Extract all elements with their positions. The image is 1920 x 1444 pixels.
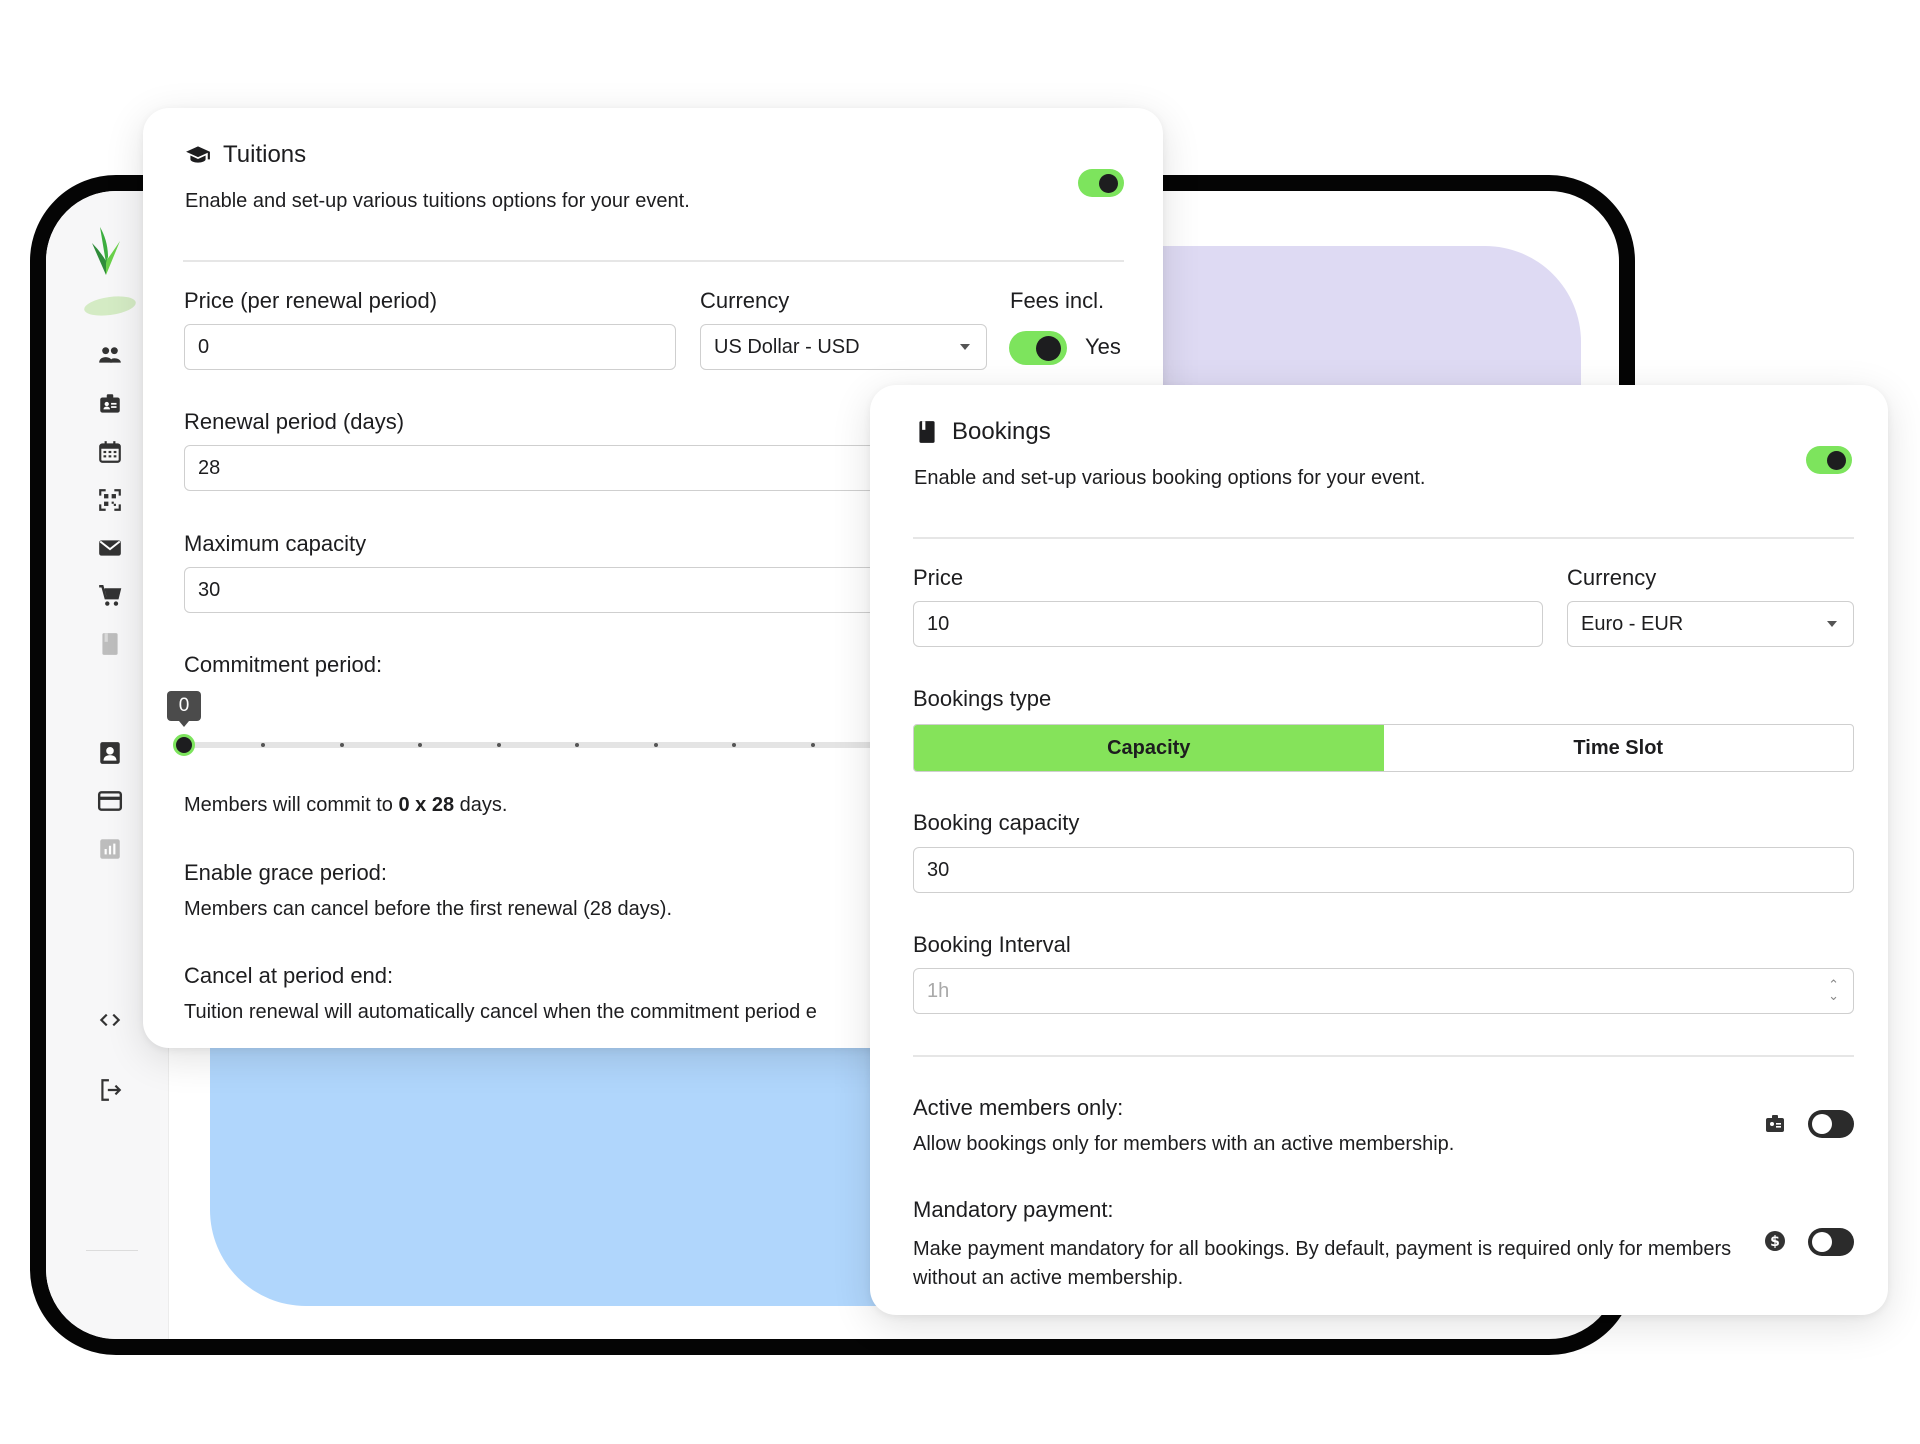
- mail-icon[interactable]: [96, 534, 124, 562]
- mandatory-payment-toggle[interactable]: [1808, 1228, 1854, 1256]
- spinner-arrows-icon[interactable]: ⌃ ⌄: [1828, 978, 1839, 1002]
- dollar-circle-icon: $: [1765, 1231, 1785, 1251]
- bookings-description: Enable and set-up various booking option…: [914, 467, 1426, 489]
- code-icon[interactable]: [96, 1006, 124, 1034]
- divider: [183, 260, 1124, 262]
- currency-select-value: US Dollar - USD: [714, 335, 860, 358]
- booking-interval-input[interactable]: 1h ⌃ ⌄: [913, 968, 1854, 1014]
- grace-text: Members can cancel before the first rene…: [184, 898, 672, 920]
- cart-icon[interactable]: [96, 582, 124, 610]
- tuitions-header: Tuitions: [185, 141, 306, 169]
- decorative-blue-shape: [210, 1036, 910, 1306]
- book-icon[interactable]: [96, 630, 124, 658]
- booking-price-label: Price: [913, 565, 964, 590]
- booking-interval-placeholder: 1h: [927, 979, 950, 1002]
- calendar-icon[interactable]: [96, 438, 124, 466]
- book-icon: [919, 421, 935, 443]
- slider-value-tooltip: 0: [167, 691, 201, 727]
- bookings-type-toggle: Capacity Time Slot: [913, 724, 1854, 772]
- badge-icon: [1766, 1115, 1784, 1132]
- bookings-card: Bookings Enable and set-up various booki…: [870, 385, 1888, 1315]
- slider-tick: [575, 743, 579, 747]
- type-time-slot-button[interactable]: Time Slot: [1384, 725, 1854, 771]
- commit-summary: Members will commit to 0 x 28 days.: [184, 794, 507, 817]
- mandatory-payment-label: Mandatory payment:: [913, 1197, 1114, 1222]
- svg-text:$: $: [1770, 1234, 1780, 1250]
- booking-capacity-input[interactable]: 30: [913, 847, 1854, 893]
- booking-interval-label: Booking Interval: [913, 932, 1071, 957]
- mandatory-payment-text: Make payment mandatory for all bookings.…: [913, 1238, 1732, 1289]
- graduation-cap-icon: [186, 146, 210, 163]
- booking-price-input[interactable]: 10: [913, 601, 1543, 647]
- fees-label: Fees incl.: [1010, 288, 1105, 313]
- sidebar-divider: [86, 1250, 138, 1251]
- app-logo: [92, 227, 120, 275]
- price-input[interactable]: 0: [184, 324, 676, 370]
- active-members-text: Allow bookings only for members with an …: [913, 1133, 1455, 1155]
- currency-label: Currency: [700, 288, 790, 313]
- logout-icon[interactable]: [96, 1076, 124, 1104]
- type-capacity-button[interactable]: Capacity: [914, 725, 1384, 771]
- bookings-type-label: Bookings type: [913, 686, 1052, 711]
- commit-summary-prefix: Members will commit to: [184, 794, 399, 816]
- cancel-text: Tuition renewal will automatically cance…: [184, 1001, 817, 1023]
- renewal-label: Renewal period (days): [184, 409, 405, 434]
- sidebar-highlight: [83, 293, 137, 319]
- slider-tick: [261, 743, 265, 747]
- divider: [913, 1055, 1854, 1057]
- bookings-enable-toggle[interactable]: [1806, 446, 1852, 474]
- commit-summary-suffix: days.: [454, 794, 508, 816]
- contact-icon[interactable]: [96, 739, 124, 767]
- booking-currency-label: Currency: [1567, 565, 1657, 590]
- slider-tick: [497, 743, 501, 747]
- fees-toggle[interactable]: [1009, 331, 1067, 365]
- members-icon[interactable]: [96, 341, 124, 369]
- currency-select[interactable]: US Dollar - USD: [700, 324, 987, 370]
- slider-tick: [654, 743, 658, 747]
- price-label: Price (per renewal period): [184, 288, 438, 313]
- commit-summary-value: 0 x 28: [398, 794, 455, 816]
- booking-currency-select[interactable]: Euro - EUR: [1567, 601, 1854, 647]
- fees-value: Yes: [1085, 334, 1121, 359]
- slider-tick: [418, 743, 422, 747]
- tuitions-enable-toggle[interactable]: [1078, 169, 1124, 197]
- active-members-label: Active members only:: [913, 1095, 1124, 1120]
- tuitions-title: Tuitions: [223, 141, 307, 168]
- cancel-label: Cancel at period end:: [184, 963, 394, 988]
- bookings-title: Bookings: [952, 418, 1051, 445]
- slider-tick: [732, 743, 736, 747]
- bookings-header: Bookings: [914, 418, 1051, 446]
- commitment-slider-handle[interactable]: [173, 734, 195, 756]
- chevron-down-icon: [1827, 621, 1837, 627]
- commitment-label: Commitment period:: [184, 652, 383, 677]
- commitment-slider-track[interactable]: [184, 742, 944, 748]
- grace-label: Enable grace period:: [184, 860, 388, 885]
- capacity-label: Maximum capacity: [184, 531, 367, 556]
- badge-icon[interactable]: [96, 390, 124, 418]
- chevron-down-icon: [960, 344, 970, 350]
- slider-tick: [340, 743, 344, 747]
- active-members-toggle[interactable]: [1808, 1110, 1854, 1138]
- capacity-input[interactable]: 30: [184, 567, 944, 613]
- renewal-input[interactable]: 28: [184, 445, 944, 491]
- credit-card-icon[interactable]: [96, 787, 124, 815]
- qr-code-icon[interactable]: [96, 486, 124, 514]
- booking-capacity-label: Booking capacity: [913, 810, 1080, 835]
- tuitions-description: Enable and set-up various tuitions optio…: [185, 190, 690, 212]
- slider-tick: [811, 743, 815, 747]
- report-icon[interactable]: [96, 835, 124, 863]
- booking-currency-value: Euro - EUR: [1581, 612, 1684, 635]
- divider: [913, 537, 1854, 539]
